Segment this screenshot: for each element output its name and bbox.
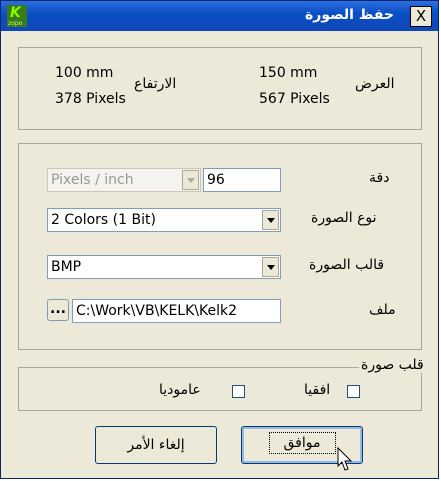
flip-horizontal-checkbox[interactable] [347,385,360,398]
image-format-value: BMP [51,259,82,275]
dimensions-group: 100 mm 378 Pixels الارتفاع 150 mm 567 Pi… [18,47,422,130]
height-mm: 100 mm [55,65,114,81]
flip-image-legend: قلب صورة [359,357,426,373]
image-format-dropdown-icon[interactable] [262,257,279,277]
file-label: ملف [369,302,396,318]
image-type-label: نوع الصورة [311,210,377,226]
ok-button-focus-ring: موافق [268,432,336,454]
image-type-select[interactable]: 2 Colors (1 Bit) [47,208,281,232]
save-image-dialog: K zopo حفظ الصورة X 100 mm 378 Pixels ال… [0,0,439,479]
flip-image-group: عاموديا افقيا [18,367,422,411]
cancel-button[interactable]: إلغاء الأمر [95,426,217,464]
image-type-value: 2 Colors (1 Bit) [51,212,156,228]
flip-vertical-checkbox[interactable] [232,385,245,398]
width-mm: 150 mm [259,65,318,81]
browse-file-button[interactable]: ... [47,299,69,321]
resolution-unit-select: Pixels / inch [47,168,201,192]
app-logo-subtext: zopo [8,20,23,27]
resolution-input[interactable]: 96 [203,168,281,192]
ok-button-label: موافق [283,435,321,451]
settings-group: Pixels / inch 96 دقة 2 Colors (1 Bit) نو… [18,143,422,350]
height-label: الارتفاع [134,76,177,92]
mouse-cursor-icon [337,447,353,471]
close-button[interactable]: X [410,6,432,27]
width-label: العرض [355,76,395,92]
resolution-unit-dropdown-icon [182,170,199,190]
image-type-dropdown-icon[interactable] [262,210,279,230]
app-logo-icon: K zopo [7,5,27,27]
image-format-select[interactable]: BMP [47,255,281,279]
app-logo-letter: K [10,5,21,21]
title-bar[interactable]: K zopo حفظ الصورة X [1,1,438,31]
image-format-label: قالب الصورة [309,257,385,273]
resolution-unit-value: Pixels / inch [51,172,134,188]
width-pixels: 567 Pixels [259,91,330,107]
resolution-label: دقة [369,170,390,186]
file-path-input[interactable]: C:\Work\VB\KELK\Kelk2 [72,299,281,323]
window-title: حفظ الصورة [305,7,394,23]
flip-vertical-label: عاموديا [159,382,201,398]
height-pixels: 378 Pixels [55,91,126,107]
flip-horizontal-label: افقيا [304,382,331,398]
